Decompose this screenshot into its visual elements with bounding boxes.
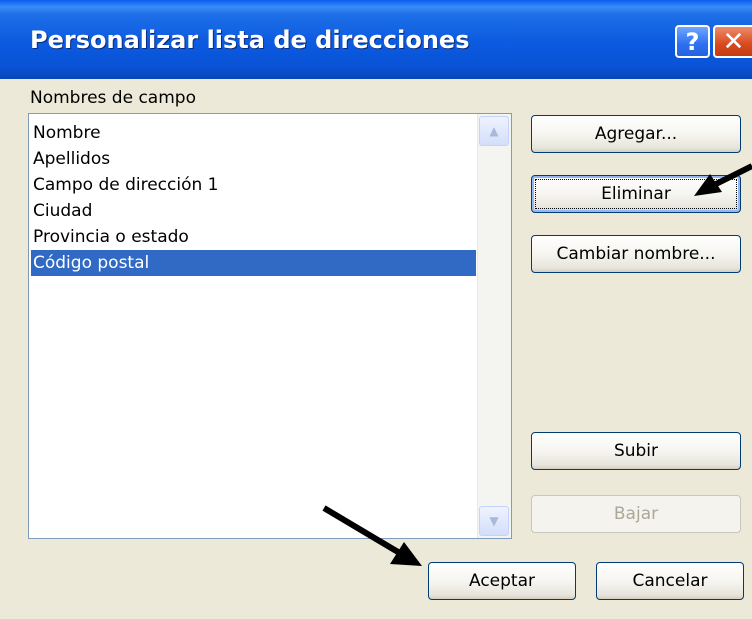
list-item[interactable]: Ciudad [31,198,476,224]
move-up-button[interactable]: Subir [531,432,741,470]
title-bar[interactable]: Personalizar lista de direcciones ? ✕ [0,0,752,79]
scroll-up-button[interactable]: ▲ [479,116,509,146]
list-item[interactable]: Provincia o estado [31,224,476,250]
list-item[interactable]: Campo de dirección 1 [31,172,476,198]
scroll-down-button[interactable]: ▼ [479,506,509,536]
annotation-arrow-icon [322,505,422,566]
rename-button[interactable]: Cambiar nombre... [531,235,741,273]
chevron-down-icon: ▼ [489,514,499,528]
annotation-arrow-icon [694,163,752,196]
move-down-button[interactable]: Bajar [531,495,741,533]
field-names-label: Nombres de campo [30,88,196,108]
list-item-selected[interactable]: Código postal [31,250,476,276]
help-icon: ? [685,27,700,56]
chevron-up-icon: ▲ [489,124,499,138]
list-item[interactable]: Apellidos [31,146,476,172]
dialog-window: Personalizar lista de direcciones ? ✕ No… [0,0,752,619]
close-icon: ✕ [722,26,745,57]
help-button[interactable]: ? [675,25,710,58]
field-names-list[interactable]: Nombre Apellidos Campo de dirección 1 Ci… [28,113,512,539]
vertical-scrollbar[interactable]: ▲ ▼ [477,114,511,538]
add-button[interactable]: Agregar... [531,115,741,153]
cancel-button[interactable]: Cancelar [596,562,744,600]
close-button[interactable]: ✕ [713,25,752,58]
list-item[interactable]: Nombre [31,120,476,146]
dialog-title: Personalizar lista de direcciones [30,26,470,54]
list-items: Nombre Apellidos Campo de dirección 1 Ci… [31,120,476,276]
ok-button[interactable]: Aceptar [428,562,576,600]
